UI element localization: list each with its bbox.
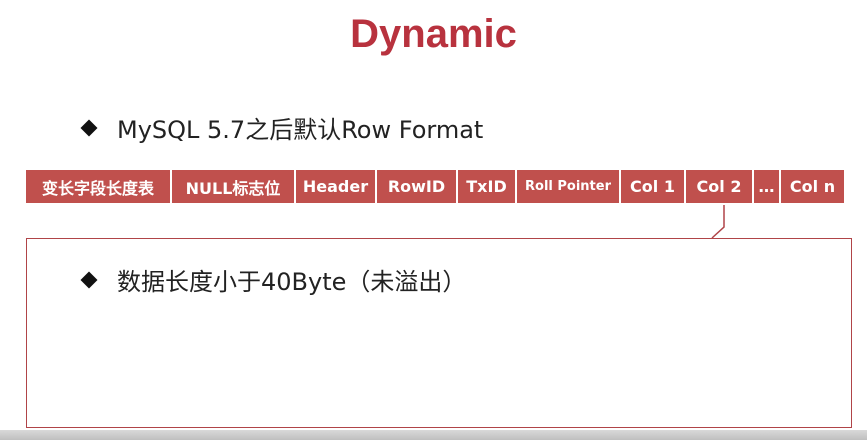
field-col-1: Col 1 [621, 170, 684, 203]
field-varlen-length-list: 变长字段长度表 [26, 170, 170, 203]
row-format-bar: 变长字段长度表 NULL标志位 Header RowID TxID Roll P… [26, 170, 844, 203]
field-col-n: Col n [781, 170, 844, 203]
field-txid: TxID [458, 170, 515, 203]
diamond-bullet-icon [80, 271, 98, 288]
bullet-text-2: 数据长度小于40Byte（未溢出） [117, 268, 467, 296]
field-rowid: RowID [377, 170, 456, 203]
field-col-2: Col 2 [686, 170, 752, 203]
field-null-flags: NULL标志位 [172, 170, 294, 203]
bottom-edge [0, 430, 867, 440]
callout-line [711, 205, 725, 239]
field-header: Header [296, 170, 375, 203]
bullet-item-2: 数据长度小于40Byte（未溢出） [80, 262, 467, 297]
diamond-bullet-icon [80, 119, 98, 136]
field-ellipsis: … [754, 170, 779, 203]
bullet-item-1: MySQL 5.7之后默认Row Format [80, 110, 484, 145]
bullet-text-1: MySQL 5.7之后默认Row Format [117, 116, 484, 144]
slide-title: Dynamic [350, 12, 517, 56]
field-roll-pointer: Roll Pointer [517, 170, 619, 203]
